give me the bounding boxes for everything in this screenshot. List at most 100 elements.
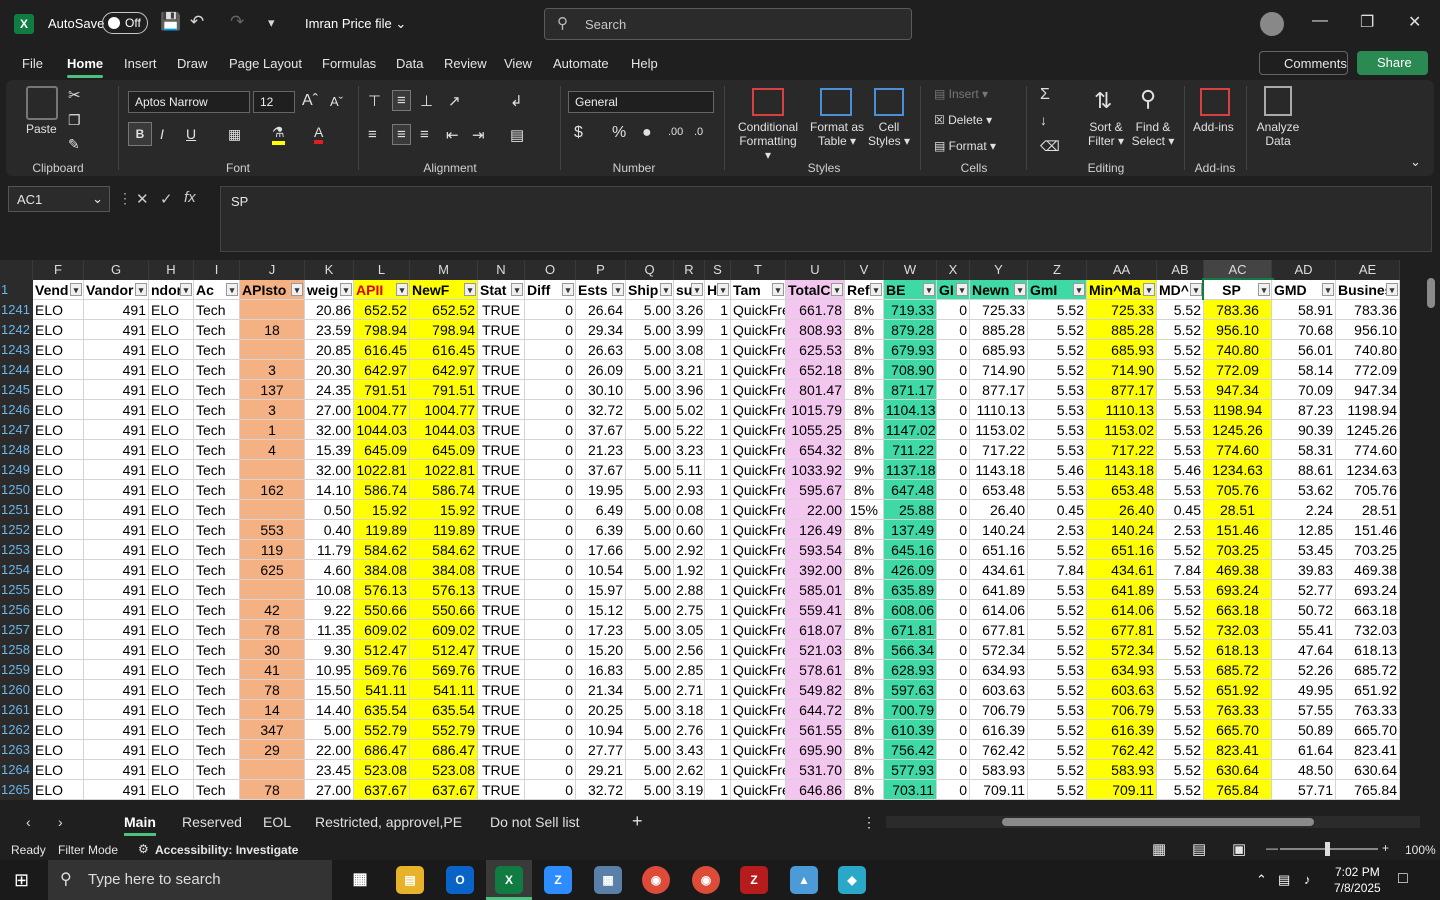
table-cell[interactable]: 616.45: [410, 340, 478, 360]
table-cell[interactable]: 8%: [845, 780, 884, 800]
row-header[interactable]: 1241: [0, 300, 33, 320]
table-cell[interactable]: 8%: [845, 520, 884, 540]
add-sheet-icon[interactable]: +: [632, 811, 643, 832]
table-cell[interactable]: 27.00: [305, 780, 354, 800]
more-options-icon[interactable]: ⋮: [862, 814, 876, 831]
table-cell[interactable]: 1015.79: [786, 400, 845, 420]
table-cell[interactable]: 719.33: [884, 300, 937, 320]
table-cell[interactable]: 8%: [845, 700, 884, 720]
table-cell[interactable]: Tech: [194, 400, 240, 420]
row-header[interactable]: 1244: [0, 360, 33, 380]
table-cell[interactable]: 90.39: [1272, 420, 1336, 440]
table-cell[interactable]: TRUE: [478, 300, 525, 320]
table-cell[interactable]: 5.52: [1028, 780, 1087, 800]
table-cell[interactable]: 2.93: [674, 480, 705, 500]
column-header-ae[interactable]: AE: [1336, 260, 1400, 280]
table-cell[interactable]: 8%: [845, 360, 884, 380]
column-header-o[interactable]: O: [525, 260, 576, 280]
table-cell[interactable]: 23.45: [305, 760, 354, 780]
table-cell[interactable]: 491: [84, 540, 149, 560]
table-cell[interactable]: 1: [705, 460, 731, 480]
table-cell[interactable]: 1: [705, 580, 731, 600]
table-cell[interactable]: 15.50: [305, 680, 354, 700]
table-cell[interactable]: 5.52: [1157, 680, 1204, 700]
table-cell[interactable]: 618.07: [786, 620, 845, 640]
filter-dropdown-icon[interactable]: ▾: [1190, 283, 1202, 296]
table-cell[interactable]: QuickFre: [731, 460, 786, 480]
table-cell[interactable]: 5.52: [1028, 620, 1087, 640]
table-cell[interactable]: 644.72: [786, 700, 845, 720]
table-cell[interactable]: 491: [84, 620, 149, 640]
table-cell[interactable]: 708.90: [884, 360, 937, 380]
normal-view-icon[interactable]: ▦: [1152, 840, 1166, 858]
table-cell[interactable]: 635.89: [884, 580, 937, 600]
table-cell[interactable]: 630.64: [1204, 760, 1272, 780]
column-header-h[interactable]: H: [149, 260, 194, 280]
table-cell[interactable]: 1044.03: [410, 420, 478, 440]
table-cell[interactable]: 1: [705, 400, 731, 420]
clear-icon[interactable]: ⌫: [1040, 138, 1060, 155]
table-cell[interactable]: 577.93: [884, 760, 937, 780]
table-cell[interactable]: TRUE: [478, 400, 525, 420]
decrease-indent-icon[interactable]: ⇤: [446, 126, 459, 144]
table-cell[interactable]: 578.61: [786, 660, 845, 680]
table-cell[interactable]: Tech: [194, 680, 240, 700]
table-cell[interactable]: 614.06: [1087, 600, 1157, 620]
table-cell[interactable]: 491: [84, 400, 149, 420]
filter-dropdown-icon[interactable]: ▾: [870, 283, 882, 296]
table-cell[interactable]: 0: [937, 780, 970, 800]
table-cell[interactable]: 50.89: [1272, 720, 1336, 740]
table-cell[interactable]: 12.85: [1272, 520, 1336, 540]
table-cell[interactable]: 523.08: [410, 760, 478, 780]
next-sheet-icon[interactable]: ›: [58, 814, 63, 830]
align-center-icon[interactable]: ≡: [392, 124, 411, 145]
row-header[interactable]: 1246: [0, 400, 33, 420]
header-cell[interactable]: Ests ▾: [576, 280, 626, 300]
table-cell[interactable]: 4: [240, 440, 305, 460]
table-cell[interactable]: 665.70: [1336, 720, 1400, 740]
table-cell[interactable]: 8%: [845, 600, 884, 620]
table-cell[interactable]: 614.06: [970, 600, 1028, 620]
table-cell[interactable]: 5.52: [1157, 340, 1204, 360]
header-cell[interactable]: Ship ▾: [626, 280, 674, 300]
table-cell[interactable]: QuickFre: [731, 680, 786, 700]
redo-icon[interactable]: ↷: [230, 12, 244, 32]
font-size-select[interactable]: 12: [253, 91, 295, 113]
table-cell[interactable]: ELO: [149, 620, 194, 640]
table-cell[interactable]: ELO: [33, 580, 84, 600]
table-cell[interactable]: 0: [525, 500, 576, 520]
table-cell[interactable]: 765.84: [1336, 780, 1400, 800]
table-cell[interactable]: QuickFre: [731, 560, 786, 580]
table-cell[interactable]: 5.00: [626, 740, 674, 760]
table-cell[interactable]: TRUE: [478, 580, 525, 600]
table-cell[interactable]: 576.13: [354, 580, 410, 600]
table-cell[interactable]: 5.52: [1157, 300, 1204, 320]
table-cell[interactable]: 762.42: [970, 740, 1028, 760]
table-cell[interactable]: 0: [525, 720, 576, 740]
table-cell[interactable]: 1147.02: [884, 420, 937, 440]
table-cell[interactable]: 0.45: [1157, 500, 1204, 520]
table-cell[interactable]: 700.79: [884, 700, 937, 720]
header-cell[interactable]: APIsto ▾: [240, 280, 305, 300]
table-cell[interactable]: 58.91: [1272, 300, 1336, 320]
table-cell[interactable]: [240, 760, 305, 780]
table-cell[interactable]: 491: [84, 740, 149, 760]
table-cell[interactable]: 1: [705, 720, 731, 740]
table-cell[interactable]: 5.11: [674, 460, 705, 480]
header-cell[interactable]: SP ▾: [1202, 278, 1274, 302]
table-cell[interactable]: 6.39: [576, 520, 626, 540]
table-cell[interactable]: 10.54: [576, 560, 626, 580]
table-cell[interactable]: 618.13: [1204, 640, 1272, 660]
tab-automate[interactable]: Automate: [553, 56, 609, 71]
column-header-aa[interactable]: AA: [1087, 260, 1157, 280]
table-cell[interactable]: 5.00: [626, 700, 674, 720]
table-cell[interactable]: 0.45: [1028, 500, 1087, 520]
filter-dropdown-icon[interactable]: ▾: [464, 283, 476, 296]
table-cell[interactable]: 10.95: [305, 660, 354, 680]
table-cell[interactable]: 1: [705, 680, 731, 700]
table-cell[interactable]: 651.92: [1204, 680, 1272, 700]
table-cell[interactable]: 637.67: [354, 780, 410, 800]
table-cell[interactable]: 635.54: [354, 700, 410, 720]
table-cell[interactable]: 765.84: [1204, 780, 1272, 800]
table-cell[interactable]: ELO: [149, 580, 194, 600]
